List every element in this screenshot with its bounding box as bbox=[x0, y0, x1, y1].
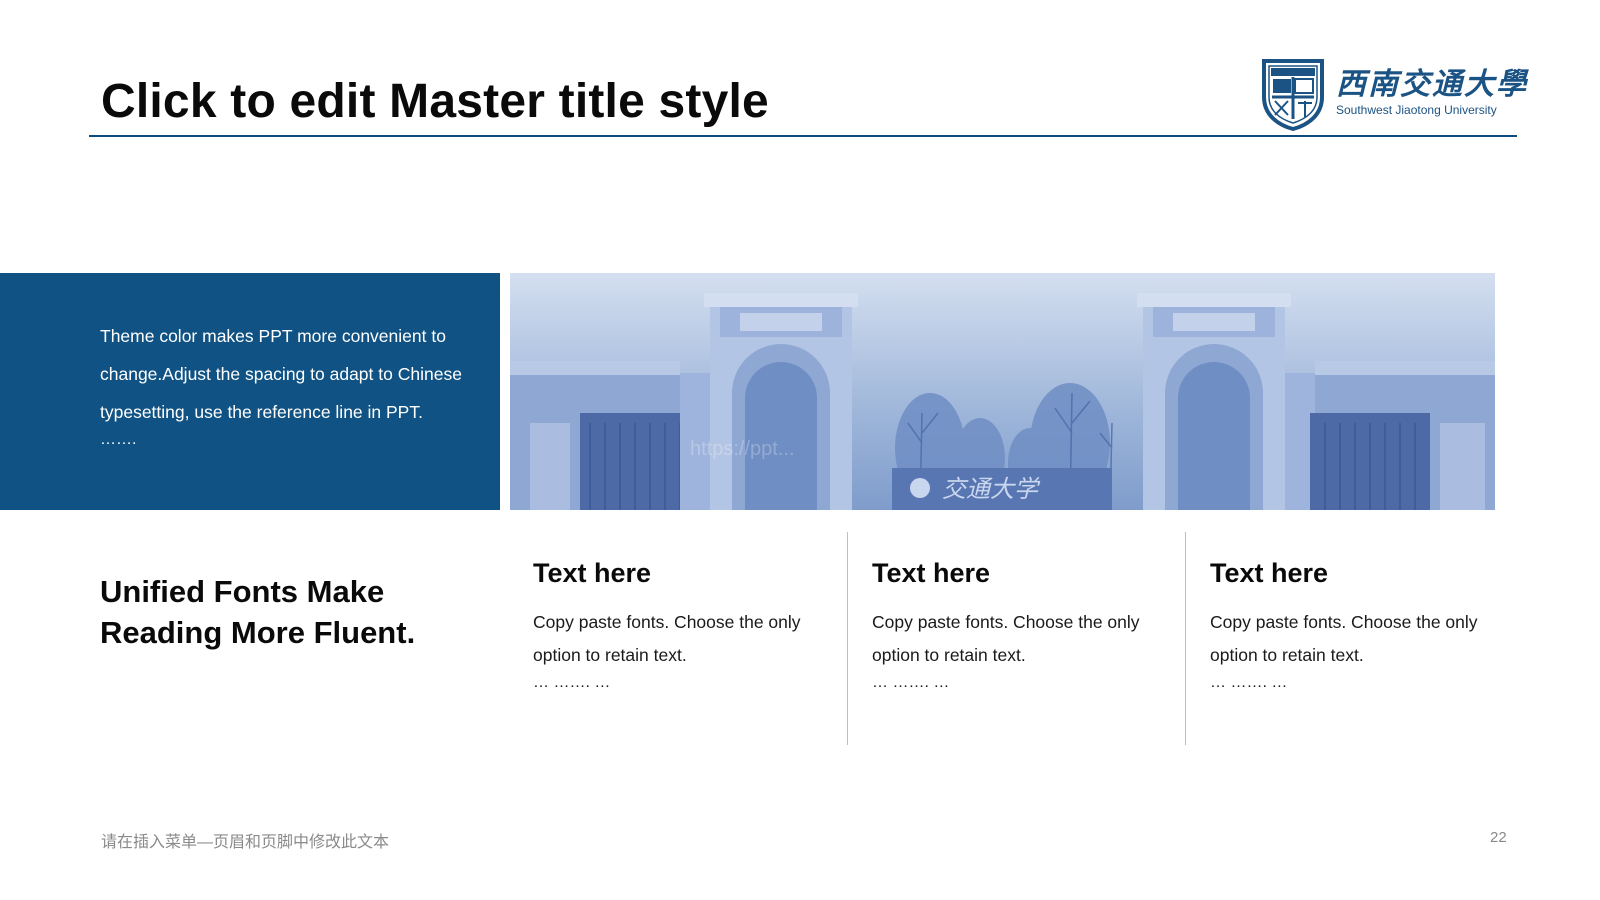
gate-sign-text: 交通大学 bbox=[942, 475, 1041, 503]
column-divider bbox=[1185, 532, 1186, 745]
column-title[interactable]: Text here bbox=[533, 556, 833, 590]
column-ellipsis: … ……. … bbox=[1210, 674, 1288, 691]
column-divider bbox=[847, 532, 848, 745]
column-body[interactable]: Copy paste fonts. Choose the only option… bbox=[1210, 606, 1510, 672]
title-underline bbox=[89, 135, 1517, 137]
text-column-3: Text here Copy paste fonts. Choose the o… bbox=[1210, 556, 1510, 692]
intro-panel: Theme color makes PPT more convenient to… bbox=[0, 273, 500, 510]
text-column-2: Text here Copy paste fonts. Choose the o… bbox=[872, 556, 1172, 692]
university-crest-icon bbox=[1262, 59, 1324, 131]
slide-title[interactable]: Click to edit Master title style bbox=[101, 74, 769, 129]
column-body[interactable]: Copy paste fonts. Choose the only option… bbox=[533, 606, 833, 672]
text-column-1: Text here Copy paste fonts. Choose the o… bbox=[533, 556, 833, 692]
photo-watermark: https://ppt... bbox=[690, 438, 795, 460]
side-heading[interactable]: Unified Fonts Make Reading More Fluent. bbox=[100, 571, 480, 653]
university-logo: 西南交通大學 Southwest Jiaotong University bbox=[1260, 57, 1526, 131]
intro-text[interactable]: Theme color makes PPT more convenient to… bbox=[100, 317, 492, 431]
campus-gate-photo: 交通大学 https://ppt... bbox=[510, 273, 1495, 510]
intro-ellipsis: ……. bbox=[100, 431, 137, 448]
column-body[interactable]: Copy paste fonts. Choose the only option… bbox=[872, 606, 1172, 672]
column-ellipsis: … ……. … bbox=[872, 674, 950, 691]
column-title[interactable]: Text here bbox=[872, 556, 1172, 590]
page-number: 22 bbox=[1490, 829, 1507, 846]
logo-name-english: Southwest Jiaotong University bbox=[1336, 103, 1497, 117]
footer-text[interactable]: 请在插入菜单—页眉和页脚中修改此文本 bbox=[101, 828, 389, 852]
column-title[interactable]: Text here bbox=[1210, 556, 1510, 590]
column-ellipsis: … ……. … bbox=[533, 674, 611, 691]
logo-name-chinese: 西南交通大學 bbox=[1336, 67, 1528, 102]
